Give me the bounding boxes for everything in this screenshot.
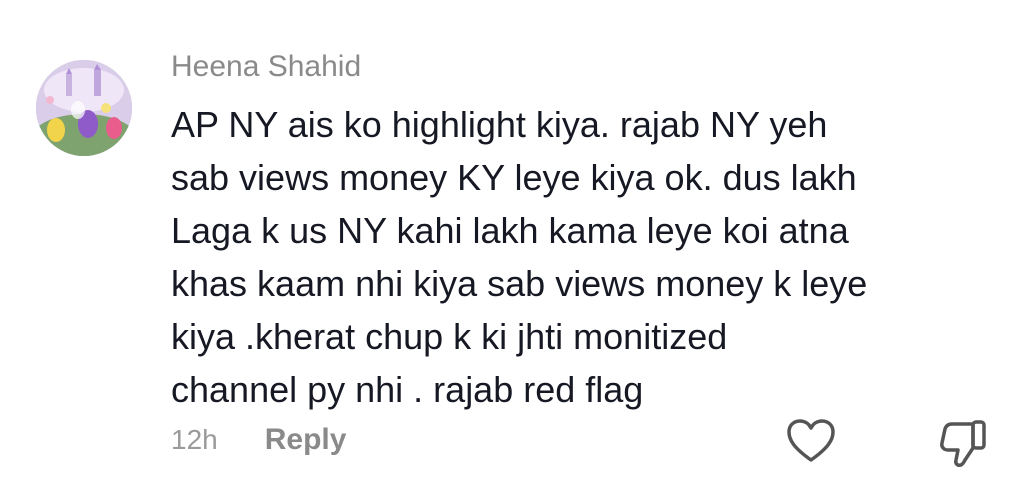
comment-text-line: Laga k us NY kahi lakh kama leye koi atn… [171,210,849,251]
comment-timestamp: 12h [171,424,218,455]
comment-text-line: AP NY ais ko highlight kiya. rajab NY ye… [171,104,828,145]
comment-text-line: kiya .kherat chup k ki jhti monitized [171,316,728,357]
thumbs-down-outline-icon [940,420,986,467]
heart-outline-icon [787,419,835,462]
comment-item: Heena Shahid AP NY ais ko highlight kiya… [0,0,1024,503]
avatar-image [36,60,132,156]
comment-text-line: channel py nhi . rajab red flag [171,369,644,410]
comment-text-line: khas kaam nhi kiya sab views money k ley… [171,263,868,304]
reply-button[interactable]: Reply [265,423,347,457]
comment-text: AP NY ais ko highlight kiya. rajab NY ye… [171,98,1011,416]
comment-text-line: sab views money KY leye kiya ok. dus lak… [171,157,857,198]
comment-author[interactable]: Heena Shahid [171,50,361,84]
like-button[interactable] [786,418,836,464]
dislike-button[interactable] [940,418,988,468]
comment-meta: 12h Reply [171,420,346,460]
avatar[interactable] [36,60,132,156]
